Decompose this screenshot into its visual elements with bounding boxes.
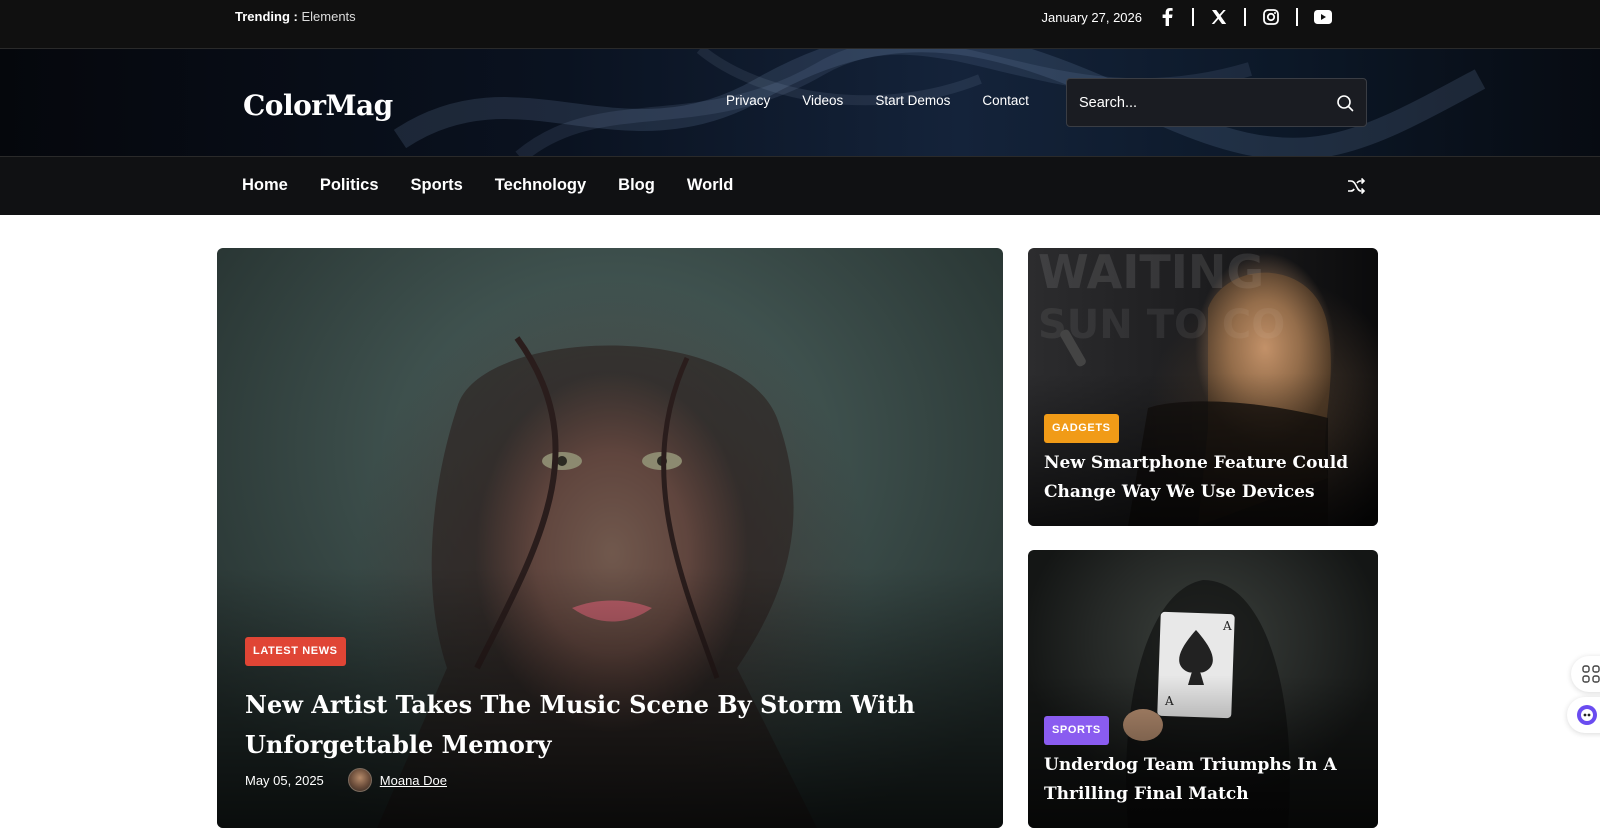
trending: Trending : Elements <box>235 9 356 24</box>
nav-item-home[interactable]: Home <box>242 176 288 195</box>
author-link[interactable]: Moana Doe <box>380 773 447 788</box>
grid-icon <box>1582 665 1600 683</box>
nav-item-technology[interactable]: Technology <box>495 176 586 195</box>
nav-item-sports[interactable]: Sports <box>411 176 463 195</box>
top-bar: Trending : Elements January 27, 2026 <box>0 0 1600 49</box>
divider <box>1192 8 1194 26</box>
header-nav: Privacy Videos Start Demos Contact <box>726 93 1029 108</box>
instagram-icon[interactable] <box>1262 8 1280 26</box>
header-nav-start-demos[interactable]: Start Demos <box>875 93 950 108</box>
side-post-gadgets[interactable]: WAITING SUN TO CO GADGETS New Smartphone… <box>1028 248 1378 526</box>
main-nav: Home Politics Sports Technology Blog Wor… <box>0 157 1600 215</box>
facebook-icon[interactable] <box>1158 8 1176 26</box>
assistant-icon <box>1577 705 1597 725</box>
x-twitter-icon[interactable] <box>1210 8 1228 26</box>
search-box <box>1066 78 1367 127</box>
nav-item-blog[interactable]: Blog <box>618 176 655 195</box>
widget-grid-button[interactable] <box>1571 656 1600 692</box>
shuffle-icon[interactable] <box>1346 176 1366 196</box>
youtube-icon[interactable] <box>1314 8 1332 26</box>
post-meta: May 05, 2025 Moana Doe <box>245 768 447 792</box>
divider <box>1244 8 1246 26</box>
nav-item-politics[interactable]: Politics <box>320 176 379 195</box>
site-logo[interactable]: ColorMag <box>243 89 393 122</box>
trending-label: Trending : <box>235 9 298 24</box>
side-post-title[interactable]: New Smartphone Feature Could Change Way … <box>1044 449 1364 507</box>
featured-title[interactable]: New Artist Takes The Music Scene By Stor… <box>245 685 965 765</box>
current-date: January 27, 2026 <box>1041 9 1142 25</box>
search-icon[interactable] <box>1336 94 1354 112</box>
header-nav-privacy[interactable]: Privacy <box>726 93 770 108</box>
featured-post[interactable]: LATEST NEWS New Artist Takes The Music S… <box>217 248 1003 828</box>
nav-item-world[interactable]: World <box>687 176 733 195</box>
header-nav-videos[interactable]: Videos <box>802 93 843 108</box>
author-avatar <box>347 768 372 792</box>
top-right: January 27, 2026 <box>1042 0 1332 34</box>
post-date[interactable]: May 05, 2025 <box>245 773 324 788</box>
category-badge-gadgets[interactable]: GADGETS <box>1044 414 1119 443</box>
header-nav-contact[interactable]: Contact <box>982 93 1029 108</box>
widget-assistant-button[interactable] <box>1567 697 1600 733</box>
category-badge-sports[interactable]: SPORTS <box>1044 716 1109 745</box>
side-post-sports[interactable]: A A SPORTS Underdog Team Triumphs In A T… <box>1028 550 1378 828</box>
divider <box>1296 8 1298 26</box>
trending-link[interactable]: Elements <box>301 9 355 24</box>
category-badge-latest-news[interactable]: LATEST NEWS <box>245 637 346 666</box>
site-header: ColorMag Privacy Videos Start Demos Cont… <box>0 49 1600 157</box>
side-post-title[interactable]: Underdog Team Triumphs In A Thrilling Fi… <box>1044 751 1364 809</box>
search-input[interactable] <box>1079 79 1329 126</box>
